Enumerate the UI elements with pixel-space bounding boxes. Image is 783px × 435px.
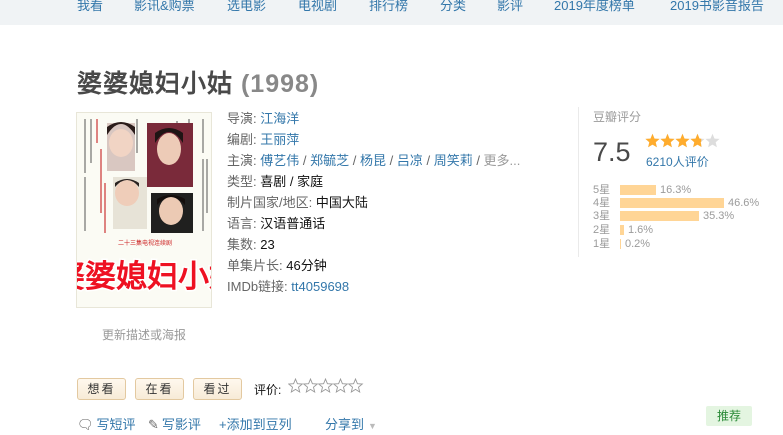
episodes-label: 集数: <box>227 237 257 252</box>
cast-link[interactable]: 杨昆 <box>360 153 386 168</box>
rating-bar-fill <box>620 198 724 208</box>
cast-link[interactable]: 周笑莉 <box>434 153 473 168</box>
rating-bar-percent: 35.3% <box>703 210 735 222</box>
imdb-label: IMDb链接: <box>227 279 288 294</box>
cast-link[interactable]: 吕凉 <box>397 153 423 168</box>
region-label: 制片国家/地区: <box>227 195 313 210</box>
rating-bar-label: 2星 <box>593 224 611 236</box>
cast-separator: / <box>299 153 311 168</box>
writer-label: 编剧: <box>227 132 257 147</box>
writer-link[interactable]: 王丽萍 <box>260 132 299 147</box>
rating-bar-percent: 16.3% <box>660 184 692 196</box>
language-row: 语言: 汉语普通话 <box>227 214 325 234</box>
rating-stars-icon <box>645 133 720 148</box>
movie-year: (1998) <box>240 70 320 98</box>
want-to-watch-button[interactable]: 想看 <box>77 378 126 400</box>
runtime-value: 46分钟 <box>286 258 327 273</box>
rating-bar-label: 5星 <box>593 184 611 196</box>
nav-item-annual-report[interactable]: 2019书影音报告 <box>670 0 764 25</box>
rating-bar-label: 3星 <box>593 210 611 222</box>
imdb-row: IMDb链接: tt4059698 <box>227 277 349 297</box>
update-poster-link[interactable]: 更新描述或海报 <box>102 326 186 343</box>
nav-item-annual-list[interactable]: 2019年度榜单 <box>554 0 635 25</box>
episodes-value: 23 <box>260 237 275 252</box>
rate-label: 评价: <box>254 383 282 397</box>
runtime-row: 单集片长: 46分钟 <box>227 256 327 276</box>
nav-item-mine[interactable]: 我看 <box>77 0 103 25</box>
write-short-review-label: 写短评 <box>96 417 136 432</box>
cast-more-link[interactable]: 更多... <box>484 153 521 168</box>
rating-panel: 豆瓣评分 7.5 6210人评价 5星 16.3% 4星 46.6% 3星 35… <box>578 107 759 257</box>
region-row: 制片国家/地区: 中国大陆 <box>227 193 368 213</box>
nav-item-charts[interactable]: 排行榜 <box>369 0 408 25</box>
nav-item-movies[interactable]: 选电影 <box>227 0 266 25</box>
rating-label: 豆瓣评分 <box>593 110 642 124</box>
region-value: 中国大陆 <box>315 195 368 210</box>
rating-stars <box>645 133 721 152</box>
imdb-link[interactable]: tt4059698 <box>291 279 349 294</box>
genre-row: 类型: 喜剧 / 家庭 <box>227 172 323 192</box>
poster-image: 二十三集电视连续剧 婆婆媳妇小姑 <box>77 113 212 307</box>
pencil-icon: ✎ <box>148 417 159 432</box>
poster-caption: 二十三集电视连续剧 <box>118 239 172 247</box>
poster-title: 婆婆媳妇小姑 <box>77 259 212 295</box>
write-review-link[interactable]: ✎ 写影评 <box>148 414 201 433</box>
page-title: 婆婆媳妇小姑 (1998) <box>77 64 319 100</box>
cast-separator: / <box>472 153 484 168</box>
empty-star-icons[interactable] <box>287 377 368 394</box>
user-rating-stars[interactable] <box>287 377 368 397</box>
rating-bar-fill <box>620 185 656 195</box>
genre-value: 喜剧 / 家庭 <box>260 174 324 189</box>
add-to-doulist-link[interactable]: +添加到豆列 <box>219 414 292 433</box>
rating-bar-percent: 1.6% <box>628 224 654 236</box>
genre-label: 类型: <box>227 174 257 189</box>
nav-item-tv[interactable]: 电视剧 <box>298 0 337 25</box>
cast-separator: / <box>422 153 434 168</box>
cast-separator: / <box>349 153 360 168</box>
share-link[interactable]: 分享到 ▼ <box>325 414 377 433</box>
top-nav: 我看 影讯&购票 选电影 电视剧 排行榜 分类 影评 2019年度榜单 2019… <box>0 0 783 25</box>
cast-label: 主演: <box>227 153 257 168</box>
writer-row: 编剧: 王丽萍 <box>227 130 299 150</box>
director-row: 导演: 江海洋 <box>227 109 299 129</box>
cast-link[interactable]: 傅艺伟 <box>260 153 299 168</box>
rating-bar-fill <box>620 211 699 221</box>
director-link[interactable]: 江海洋 <box>260 111 299 126</box>
rating-bar-label: 4星 <box>593 197 611 209</box>
caret-down-icon: ▼ <box>368 421 377 431</box>
rating-bar-label: 1星 <box>593 238 611 250</box>
rating-votes-link[interactable]: 6210人评价 <box>646 153 709 170</box>
rating-bar-fill <box>620 225 624 235</box>
write-short-review-link[interactable]: 🗨︎ 写短评 <box>77 414 136 433</box>
cast-row: 主演: 傅艺伟 / 郑毓芝 / 杨昆 / 吕凉 / 周笑莉 / 更多... <box>227 151 520 171</box>
rating-score: 7.5 <box>593 137 631 167</box>
recommend-button[interactable]: 推荐 <box>706 406 752 426</box>
rating-bar-fill <box>620 239 621 249</box>
write-review-label: 写影评 <box>161 417 201 432</box>
rating-bar-percent: 46.6% <box>728 197 760 209</box>
watching-button[interactable]: 在看 <box>135 378 184 400</box>
director-label: 导演: <box>227 111 257 126</box>
nav-item-reviews[interactable]: 影评 <box>497 0 523 25</box>
comment-icon: 🗨︎ <box>77 417 94 432</box>
runtime-label: 单集片长: <box>227 258 283 273</box>
cast-separator: / <box>385 153 397 168</box>
poster[interactable]: 二十三集电视连续剧 婆婆媳妇小姑 <box>76 112 212 308</box>
share-label: 分享到 <box>325 417 365 432</box>
nav-item-categories[interactable]: 分类 <box>440 0 466 25</box>
language-label: 语言: <box>227 216 257 231</box>
episodes-row: 集数: 23 <box>227 235 275 255</box>
nav-item-tickets[interactable]: 影讯&购票 <box>134 0 195 25</box>
rating-bar-percent: 0.2% <box>625 238 651 250</box>
cast-link[interactable]: 郑毓芝 <box>310 153 349 168</box>
movie-title: 婆婆媳妇小姑 <box>77 70 234 98</box>
watched-button[interactable]: 看过 <box>193 378 242 400</box>
language-value: 汉语普通话 <box>260 216 326 231</box>
